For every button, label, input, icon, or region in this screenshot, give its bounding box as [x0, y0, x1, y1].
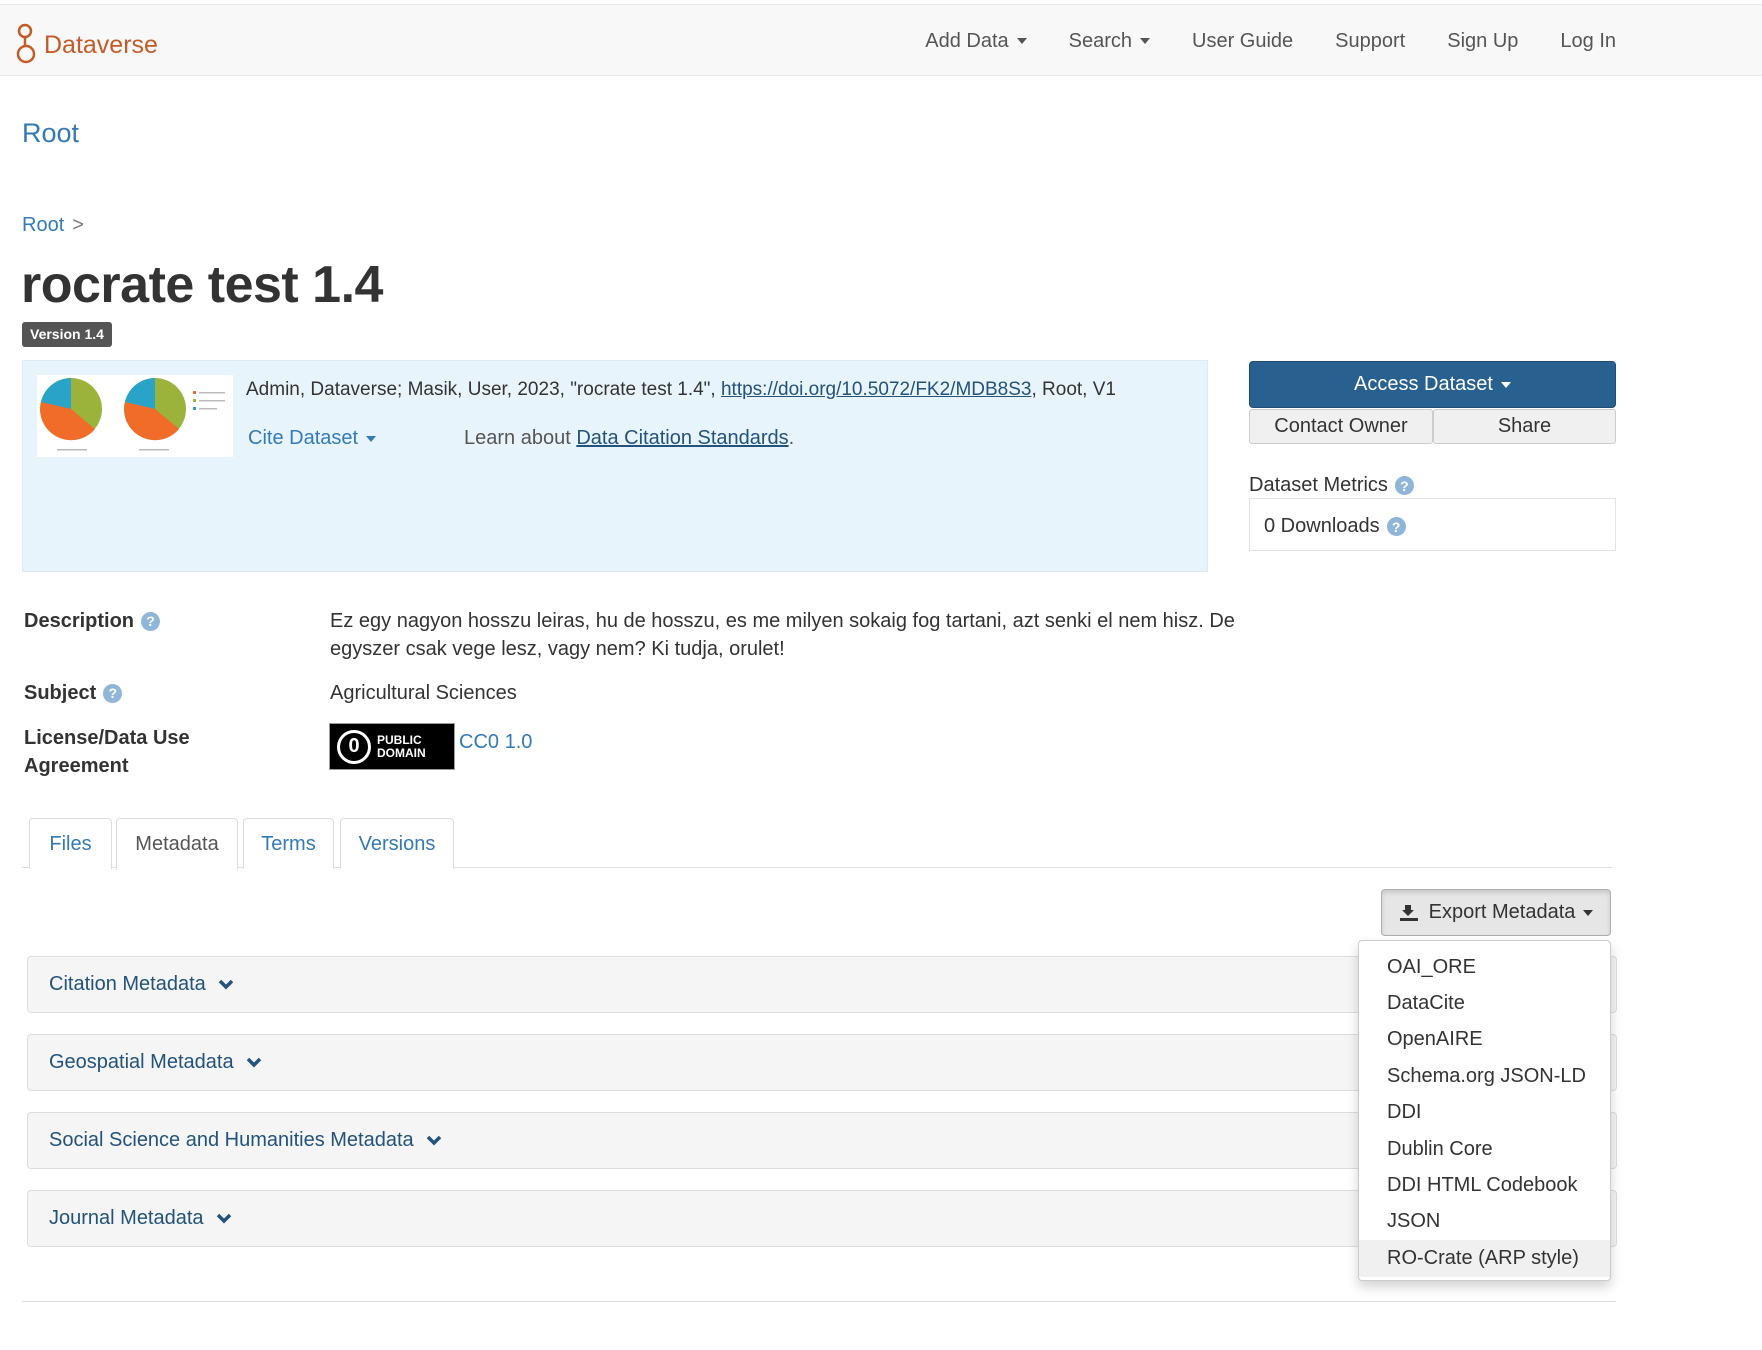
learn-suffix: . — [788, 427, 795, 449]
export-metadata-menu: OAI_ORE DataCite OpenAIRE Schema.org JSO… — [1358, 940, 1611, 1281]
downloads-count: 0 Downloads? — [1264, 515, 1406, 538]
metrics-box: 0 Downloads? — [1249, 498, 1616, 551]
export-option-openaire[interactable]: OpenAIRE — [1359, 1022, 1610, 1058]
breadcrumb: Root > — [22, 214, 84, 237]
nav-add-data-label: Add Data — [925, 29, 1009, 52]
pie-chart-icon — [124, 378, 186, 441]
nav-search[interactable]: Search — [1068, 29, 1151, 53]
export-option-json[interactable]: JSON — [1359, 1204, 1610, 1240]
chevron-down-icon — [216, 1213, 231, 1223]
caret-down-icon — [1016, 38, 1027, 44]
chevron-down-icon — [218, 979, 234, 989]
panel-title-text: Citation Metadata — [49, 973, 206, 995]
panel-title: Citation Metadata — [49, 973, 234, 996]
subject-label: Subject? — [24, 679, 123, 707]
export-option-ddi[interactable]: DDI — [1359, 1095, 1610, 1131]
export-option-schema-org[interactable]: Schema.org JSON-LD — [1359, 1058, 1610, 1094]
caret-down-icon — [1140, 38, 1151, 44]
doi-link[interactable]: https://doi.org/10.5072/FK2/MDB8S3 — [721, 379, 1032, 400]
export-metadata-label: Export Metadata — [1428, 901, 1576, 923]
nav-user-guide[interactable]: User Guide — [1192, 30, 1293, 53]
downloads-label: 0 Downloads — [1264, 515, 1380, 537]
panel-title-text: Social Science and Humanities Metadata — [49, 1129, 414, 1151]
brand-logo-link[interactable]: Dataverse — [16, 23, 158, 67]
public-domain-text: PUBLIC DOMAIN — [377, 732, 426, 760]
cc0-public-domain-badge[interactable]: 0 PUBLIC DOMAIN — [329, 723, 455, 770]
dataset-metrics-label: Dataset Metrics — [1249, 474, 1388, 496]
chevron-down-icon — [426, 1135, 441, 1145]
navbar: Dataverse Add Data Search User Guide Sup… — [0, 4, 1762, 76]
contact-owner-button[interactable]: Contact Owner — [1249, 409, 1433, 444]
description-value: Ez egy nagyon hosszu leiras, hu de hossz… — [330, 607, 1235, 663]
nav-add-data[interactable]: Add Data — [925, 29, 1027, 53]
export-option-oai-ore[interactable]: OAI_ORE — [1359, 949, 1610, 985]
cc-zero-icon: 0 — [337, 729, 371, 764]
nav-search-label: Search — [1068, 29, 1133, 52]
description-label-text: Description — [24, 610, 135, 632]
subject-label-text: Subject — [24, 682, 97, 704]
description-line: Ez egy nagyon hosszu leiras, hu de hossz… — [330, 610, 1235, 632]
page-title: rocrate test 1.4 — [21, 256, 383, 314]
nav-menu: Add Data Search User Guide Support Sign … — [883, 5, 1616, 77]
dataverse-name-link[interactable]: Root — [22, 118, 79, 149]
brand-name: Dataverse — [44, 30, 158, 59]
subject-value: Agricultural Sciences — [330, 682, 517, 704]
nav-support[interactable]: Support — [1335, 30, 1405, 53]
dataset-thumbnail[interactable] — [37, 375, 233, 457]
access-dataset-label: Access Dataset — [1354, 373, 1493, 395]
citation-authors: Admin, Dataverse; Masik, User, 2023, "ro… — [246, 379, 721, 400]
panel-title-text: Geospatial Metadata — [49, 1051, 234, 1073]
citation-box: Admin, Dataverse; Masik, User, 2023, "ro… — [22, 360, 1208, 572]
panel-title-text: Journal Metadata — [49, 1207, 204, 1229]
chevron-down-icon — [246, 1057, 261, 1067]
caret-down-icon — [1583, 909, 1594, 916]
help-icon[interactable]: ? — [141, 611, 161, 631]
citation-suffix: , Root, V1 — [1031, 379, 1116, 400]
export-icon — [1399, 904, 1418, 921]
tab-versions[interactable]: Versions — [340, 818, 454, 869]
tab-terms[interactable]: Terms — [243, 818, 334, 869]
help-icon[interactable]: ? — [103, 683, 123, 703]
panel-title: Geospatial Metadata — [49, 1051, 262, 1074]
nav-log-in[interactable]: Log In — [1560, 30, 1616, 53]
license-label: License/Data Use Agreement — [24, 724, 190, 780]
tab-metadata[interactable]: Metadata — [116, 818, 238, 870]
cite-dataset-button[interactable]: Cite Dataset — [248, 427, 377, 450]
caret-down-icon — [366, 435, 377, 442]
caret-down-icon — [1500, 381, 1511, 388]
learn-prefix: Learn about — [464, 427, 577, 449]
nav-sign-up[interactable]: Sign Up — [1447, 30, 1518, 53]
public-domain-line: PUBLIC — [377, 732, 422, 747]
citation-text: Admin, Dataverse; Masik, User, 2023, "ro… — [246, 379, 1116, 401]
access-dataset-button[interactable]: Access Dataset — [1249, 361, 1616, 408]
dataset-metrics-title: Dataset Metrics? — [1249, 474, 1414, 497]
version-badge: Version 1.4 — [22, 322, 112, 347]
breadcrumb-separator: > — [72, 214, 84, 236]
export-option-dublin-core[interactable]: Dublin Core — [1359, 1131, 1610, 1167]
export-option-ro-crate[interactable]: RO-Crate (ARP style) — [1359, 1240, 1610, 1277]
cite-dataset-label: Cite Dataset — [248, 427, 359, 449]
help-icon[interactable]: ? — [1394, 476, 1414, 495]
dataverse-logo-icon — [16, 23, 36, 64]
data-citation-standards-link[interactable]: Data Citation Standards — [576, 427, 788, 449]
learn-citation-text: Learn about Data Citation Standards. — [464, 427, 794, 450]
panel-title: Social Science and Humanities Metadata — [49, 1129, 442, 1152]
description-label: Description? — [24, 607, 161, 635]
panel-title: Journal Metadata — [49, 1207, 232, 1230]
help-icon[interactable]: ? — [1386, 517, 1406, 536]
description-line: egyszer csak vege lesz, vagy nem? Ki tud… — [330, 638, 785, 660]
license-link[interactable]: CC0 1.0 — [459, 731, 532, 754]
share-button[interactable]: Share — [1433, 409, 1616, 444]
export-option-datacite[interactable]: DataCite — [1359, 985, 1610, 1021]
bottom-divider — [22, 1301, 1616, 1302]
public-domain-line: DOMAIN — [377, 745, 426, 760]
license-label-line: License/Data Use — [24, 727, 190, 749]
tab-files[interactable]: Files — [29, 818, 112, 869]
license-label-line: Agreement — [24, 755, 129, 777]
export-metadata-button[interactable]: Export Metadata — [1381, 889, 1611, 936]
breadcrumb-root-link[interactable]: Root — [22, 214, 64, 237]
pie-chart-icon — [40, 378, 102, 441]
export-option-ddi-html-codebook[interactable]: DDI HTML Codebook — [1359, 1167, 1610, 1203]
